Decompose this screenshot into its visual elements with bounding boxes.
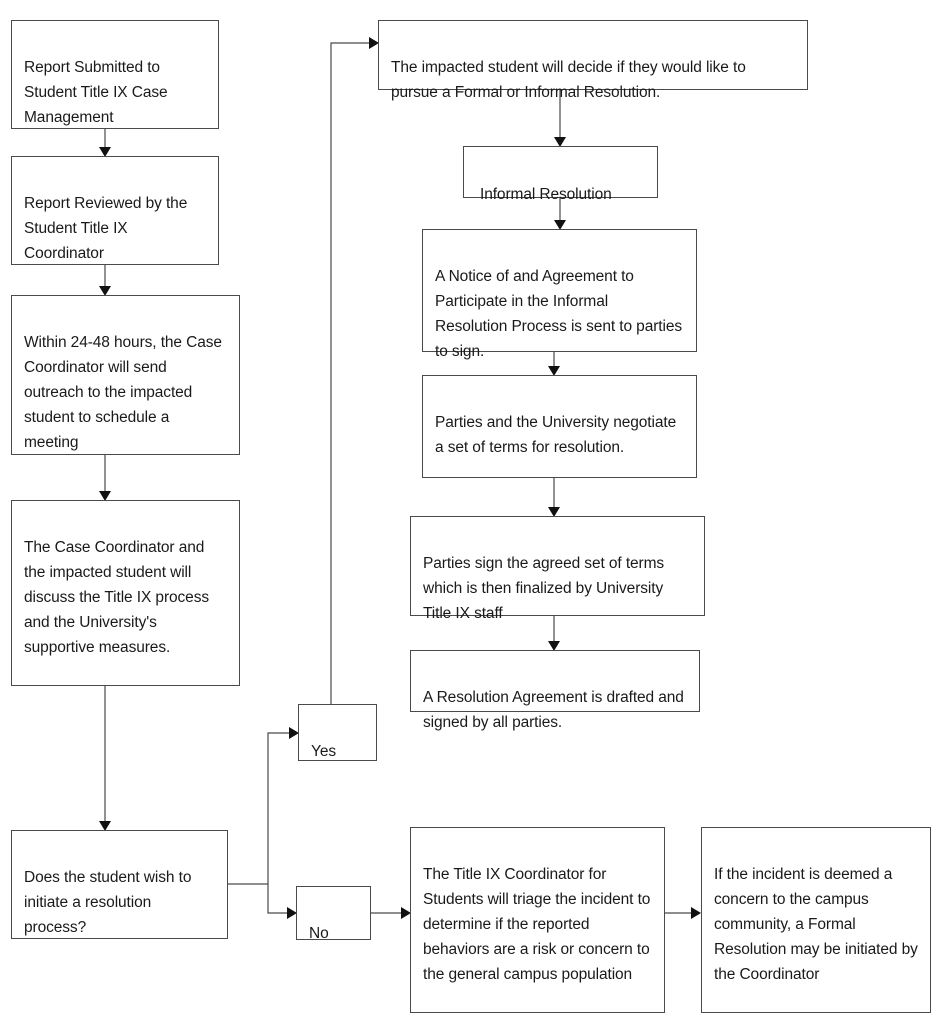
- node-triage-incident[interactable]: The Title IX Coordinator for Students wi…: [410, 827, 665, 1013]
- connector-notice-to-negotiate: [548, 352, 560, 376]
- node-label: Does the student wish to initiate a reso…: [24, 869, 192, 936]
- node-notice-and-agreement[interactable]: A Notice of and Agreement to Participate…: [422, 229, 697, 360]
- connector-sign-to-agreement: [548, 616, 560, 651]
- node-report-reviewed[interactable]: Report Reviewed by the Student Title IX …: [11, 156, 219, 265]
- node-informal-resolution[interactable]: Informal Resolution: [463, 146, 658, 203]
- connector-no-to-triage: [371, 907, 411, 919]
- node-report-submitted[interactable]: Report Submitted to Student Title IX Cas…: [11, 20, 219, 129]
- node-label: Within 24-48 hours, the Case Coordinator…: [24, 334, 222, 451]
- node-label: The Title IX Coordinator for Students wi…: [423, 866, 651, 983]
- connector-discuss-to-decision: [99, 686, 111, 831]
- node-label: A Resolution Agreement is drafted and si…: [423, 689, 684, 731]
- node-label: The Case Coordinator and the impacted st…: [24, 539, 210, 656]
- node-case-coordinator-discuss[interactable]: The Case Coordinator and the impacted st…: [11, 500, 240, 686]
- connector-outreach-to-discuss: [99, 455, 111, 501]
- node-label: Informal Resolution: [480, 186, 612, 203]
- node-label: Report Reviewed by the Student Title IX …: [24, 195, 188, 262]
- node-yes-branch[interactable]: Yes: [298, 704, 377, 761]
- node-label: Parties and the University negotiate a s…: [435, 414, 677, 456]
- node-label: Yes: [311, 743, 336, 760]
- connector-reviewed-to-outreach: [99, 265, 111, 296]
- node-no-branch[interactable]: No: [296, 886, 371, 942]
- flowchart-canvas: Report Submitted to Student Title IX Cas…: [0, 0, 942, 1024]
- connector-yes-to-impacted-student: [330, 37, 379, 704]
- node-negotiate-terms[interactable]: Parties and the University negotiate a s…: [422, 375, 697, 478]
- node-label: Report Submitted to Student Title IX Cas…: [24, 59, 168, 126]
- node-does-student-wish-decision[interactable]: Does the student wish to initiate a reso…: [11, 830, 228, 939]
- connector-triage-to-formal: [665, 907, 701, 919]
- node-label: A Notice of and Agreement to Participate…: [435, 268, 683, 360]
- node-within-24-48-hours[interactable]: Within 24-48 hours, the Case Coordinator…: [11, 295, 240, 455]
- connector-negotiate-to-sign: [548, 478, 560, 517]
- node-impacted-student-decides[interactable]: The impacted student will decide if they…: [378, 20, 808, 101]
- node-label: No: [309, 925, 329, 942]
- node-resolution-agreement[interactable]: A Resolution Agreement is drafted and si…: [410, 650, 700, 731]
- node-label: The impacted student will decide if they…: [391, 59, 746, 101]
- node-label: Parties sign the agreed set of terms whi…: [423, 555, 665, 622]
- node-formal-resolution-initiated[interactable]: If the incident is deemed a concern to t…: [701, 827, 931, 1013]
- connector-submitted-to-reviewed: [99, 129, 111, 157]
- node-parties-sign-terms[interactable]: Parties sign the agreed set of terms whi…: [410, 516, 705, 622]
- connector-decision-split: [228, 727, 299, 919]
- node-label: If the incident is deemed a concern to t…: [714, 866, 918, 983]
